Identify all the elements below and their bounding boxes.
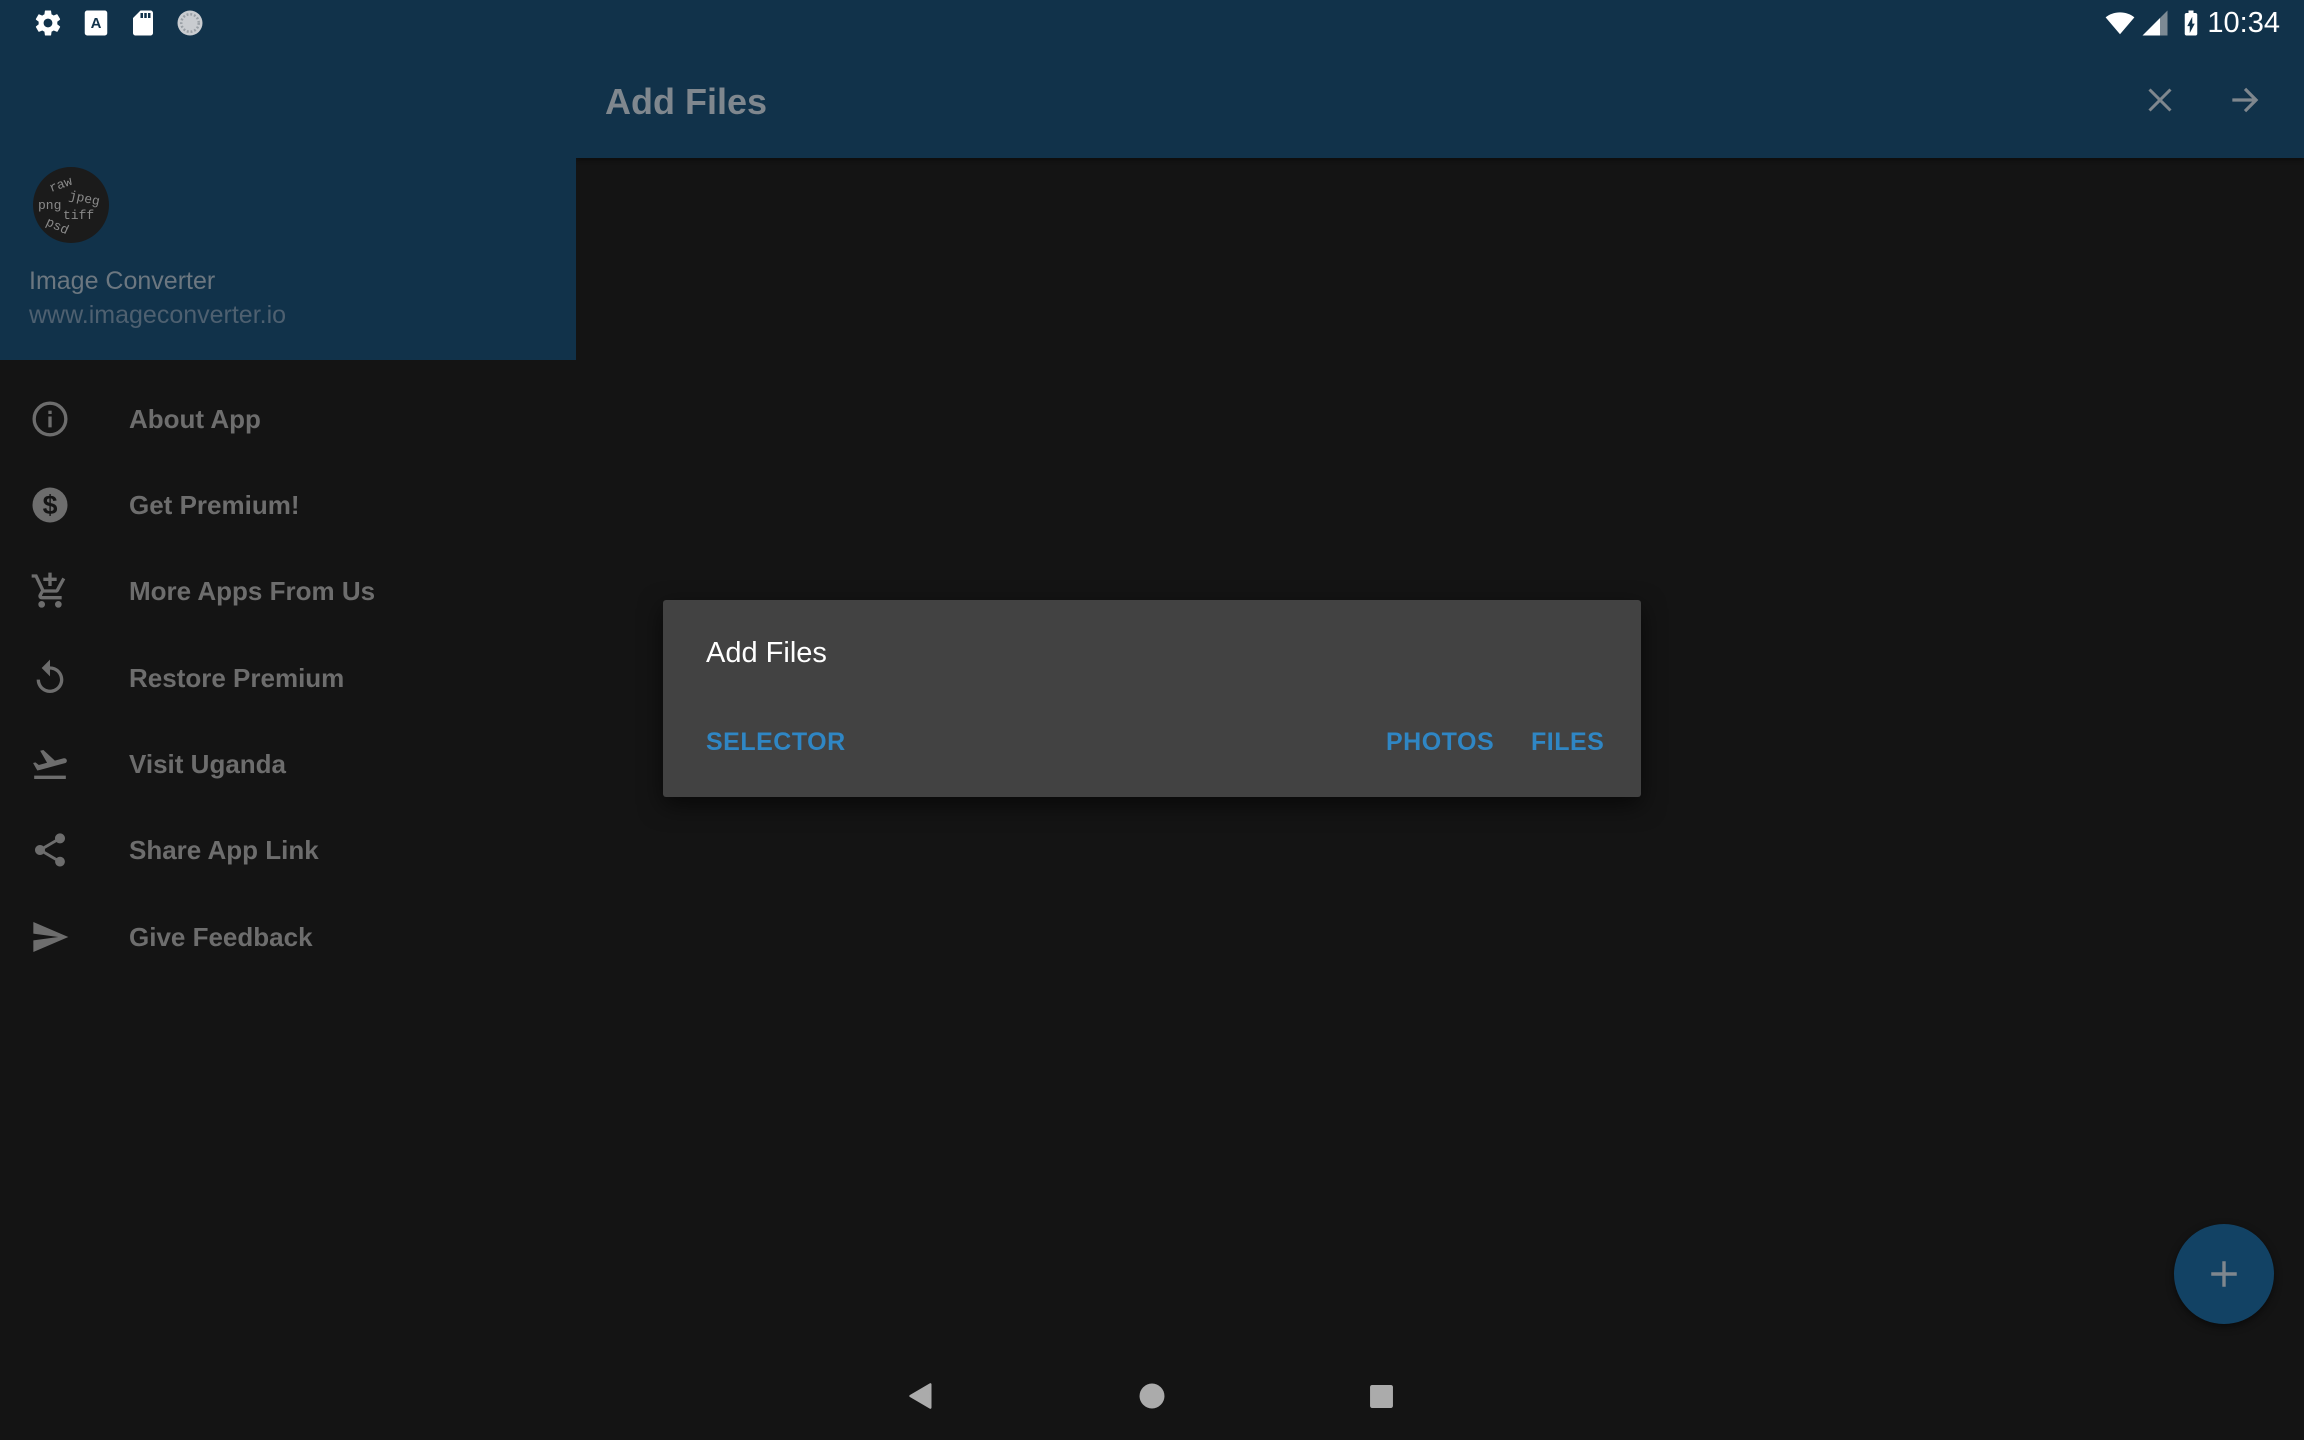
dollar-icon: $: [32, 487, 68, 523]
home-icon: [1139, 1383, 1165, 1409]
menu-item-share-app-link[interactable]: Share App Link: [0, 807, 576, 893]
photos-button[interactable]: PHOTOS: [1386, 727, 1494, 757]
flight-takeoff-icon: [33, 749, 67, 779]
keyboard-icon: A: [84, 10, 108, 36]
menu-item-label: Give Feedback: [129, 922, 313, 952]
recents-button[interactable]: [1355, 1370, 1407, 1422]
arrow-forward-icon: [2232, 87, 2259, 113]
files-button[interactable]: FILES: [1531, 727, 1604, 757]
app-logo-icon: raw jpeg png tiff psd: [38, 174, 102, 238]
close-button[interactable]: [2132, 72, 2188, 128]
add-cart-icon: [31, 572, 66, 608]
menu-item-label: Visit Uganda: [129, 749, 287, 779]
app-name: Image Converter: [29, 267, 216, 295]
menu-item-label: Share App Link: [129, 835, 319, 865]
logo-word-png: png: [38, 198, 61, 213]
share-icon: [35, 833, 65, 867]
menu-item-visit-uganda[interactable]: Visit Uganda: [0, 721, 576, 807]
dialog-title: Add Files: [706, 637, 827, 669]
menu-item-restore-premium[interactable]: Restore Premium: [0, 635, 576, 721]
home-button[interactable]: [1126, 1370, 1178, 1422]
svg-text:A: A: [91, 15, 102, 32]
plus-icon: [2211, 1261, 2237, 1287]
menu-item-label: More Apps From Us: [129, 576, 376, 606]
battery-charging-icon: [2184, 10, 2198, 36]
menu-item-label: About App: [129, 404, 261, 434]
back-button[interactable]: [895, 1370, 947, 1422]
sd-card-icon: [133, 10, 153, 36]
svg-text:$: $: [43, 490, 58, 520]
restore-icon: [36, 659, 64, 693]
navigation-drawer: raw jpeg png tiff psd Image Converter ww…: [0, 0, 576, 1440]
add-fab-button[interactable]: [2174, 1224, 2274, 1324]
menu-item-label: Get Premium!: [129, 490, 300, 520]
logo-word-jpeg: jpeg: [68, 188, 102, 209]
wifi-icon: [2105, 12, 2135, 35]
app-url[interactable]: www.imageconverter.io: [29, 299, 286, 331]
clock: 10:34: [2207, 7, 2280, 39]
next-button[interactable]: [2217, 72, 2273, 128]
signal-icon: [2142, 10, 2168, 36]
logo-word-tiff: tiff: [63, 208, 94, 223]
recents-icon: [1369, 1384, 1393, 1408]
settings-icon: [35, 10, 61, 36]
menu-item-more-apps[interactable]: More Apps From Us: [0, 548, 576, 634]
close-icon: [2148, 88, 2172, 112]
send-icon: [33, 922, 69, 952]
back-icon: [909, 1383, 932, 1409]
selector-button[interactable]: SELECTOR: [706, 727, 846, 757]
info-icon: [32, 401, 68, 437]
menu-item-get-premium[interactable]: $ Get Premium!: [0, 462, 576, 548]
add-files-dialog: Add Files SELECTOR PHOTOS FILES: [663, 600, 1641, 797]
menu-item-label: Restore Premium: [129, 663, 345, 693]
menu-item-give-feedback[interactable]: Give Feedback: [0, 894, 576, 980]
menu-item-about-app[interactable]: About App: [0, 376, 576, 462]
sync-icon: [177, 10, 203, 36]
status-bar: A 10:34: [0, 0, 2304, 58]
page-title: Add Files: [605, 81, 768, 122]
app-logo: raw jpeg png tiff psd: [33, 167, 109, 243]
